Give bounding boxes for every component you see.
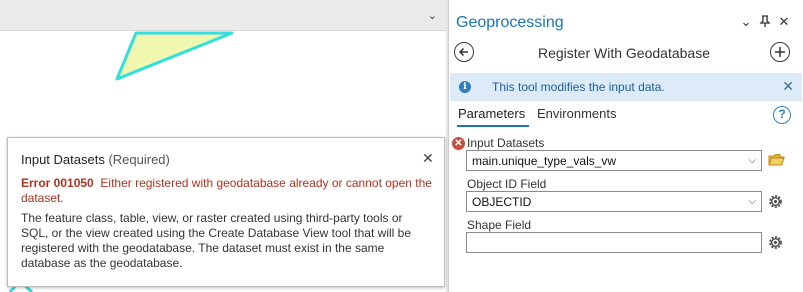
input-datasets-label: Input Datasets [467, 136, 545, 150]
object-id-settings-button[interactable] [767, 193, 785, 211]
tool-title: Register With Geodatabase [538, 45, 710, 61]
close-pane-icon[interactable]: ✕ [777, 15, 791, 29]
add-to-favorites-button[interactable] [770, 42, 790, 62]
info-message: This tool modifies the input data. [492, 80, 665, 94]
object-id-field-value: OBJECTID [472, 195, 532, 209]
pane-options-chevron-icon[interactable]: ⌄ [739, 15, 753, 29]
shape-field-input[interactable] [466, 232, 762, 253]
info-icon: i [459, 81, 471, 93]
input-datasets-field[interactable]: main.unique_type_vals_vw ⌵ [466, 150, 762, 171]
input-datasets-value: main.unique_type_vals_vw [472, 154, 617, 168]
pane-title: Geoprocessing [456, 14, 564, 31]
tool-toolbar: Register With Geodatabase [449, 37, 803, 71]
help-icon[interactable]: ? [773, 106, 791, 124]
map-polygon-feature[interactable] [115, 31, 234, 81]
arrow-left-icon [458, 47, 468, 57]
tool-tabs: Parameters Environments ? [449, 101, 803, 129]
close-info-icon[interactable]: ✕ [782, 78, 794, 95]
back-button[interactable] [454, 42, 474, 62]
tooltip-description: The feature class, table, view, or raste… [21, 211, 411, 270]
pane-header: Geoprocessing ⌄ ✕ [449, 0, 803, 37]
chevron-down-icon[interactable]: ⌵ [748, 155, 756, 166]
tooltip-required-tag: (Required) [108, 152, 170, 167]
tab-parameters[interactable]: Parameters [458, 106, 525, 121]
object-id-field-dropdown[interactable]: OBJECTID ⌵ [466, 191, 762, 212]
map-tab-strip: ⌄ [0, 0, 446, 31]
geoprocessing-pane: Geoprocessing ⌄ ✕ Register With Geodatab… [448, 0, 803, 292]
tab-environments[interactable]: Environments [537, 106, 616, 121]
error-icon[interactable]: ✕ [452, 137, 465, 150]
active-tab-indicator [457, 125, 529, 127]
tooltip-parameter-name: Input Datasets [21, 152, 105, 167]
pin-icon[interactable] [758, 15, 772, 31]
chevron-down-icon[interactable]: ⌄ [428, 9, 437, 22]
folder-icon [768, 154, 785, 166]
shape-field-label: Shape Field [467, 218, 532, 232]
parameter-error-tooltip: Input Datasets (Required) ✕ Error 001050… [7, 137, 445, 287]
plus-icon [775, 47, 785, 57]
shape-field-settings-button[interactable] [767, 234, 785, 252]
gear-icon [769, 236, 782, 249]
tooltip-error-message: Error 001050 Either registered with geod… [21, 176, 433, 206]
tooltip-title: Input Datasets (Required) [21, 152, 170, 167]
close-tooltip-icon[interactable]: ✕ [422, 150, 434, 167]
error-code: Error 001050 [21, 176, 94, 190]
object-id-field-label: Object ID Field [467, 177, 547, 191]
gear-icon [769, 195, 782, 208]
chevron-down-icon[interactable]: ⌵ [748, 196, 756, 207]
browse-folder-button[interactable] [768, 151, 786, 169]
info-message-bar: i This tool modifies the input data. ✕ [450, 73, 802, 101]
